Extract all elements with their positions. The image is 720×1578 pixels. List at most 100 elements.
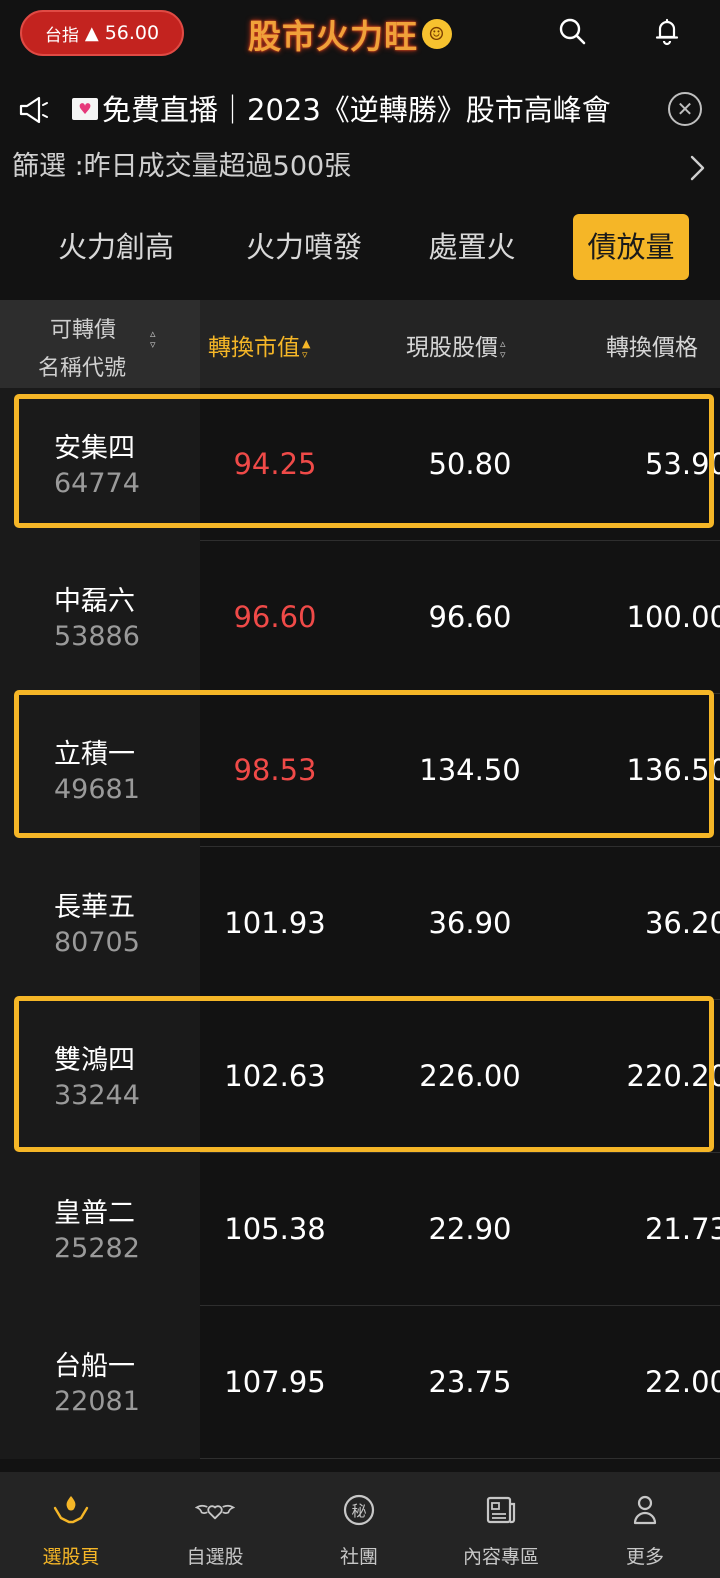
stock-price: 50.80 [428, 447, 512, 481]
category-tabs: 火力創高 火力噴發 處置火 債放量 [0, 214, 720, 284]
conversion-price: 21.73 [644, 1212, 720, 1246]
megaphone-icon [19, 96, 48, 124]
sort-icon: ▵ ▿ [150, 327, 156, 351]
bell-icon[interactable] [650, 14, 684, 48]
smiley-face-icon: ☺ [422, 19, 452, 49]
row-name-cell: 長華五 80705 [0, 847, 200, 1000]
conversion-value: 107.95 [224, 1365, 326, 1399]
header-col2-label: 現股股價 [406, 335, 498, 361]
app-header: 台指 ▲ 56.00 股市火力旺 ☺ [0, 0, 720, 64]
nav-label: 選股頁 [42, 1546, 100, 1568]
nav-label: 內容專區 [462, 1546, 539, 1568]
bond-code: 53886 [54, 621, 140, 652]
conversion-value: 102.63 [224, 1059, 326, 1093]
person-icon [625, 1492, 665, 1528]
bottom-navigation: 選股頁 自選股 秘 社團 內容專區 更多 [0, 1472, 720, 1578]
tab-disposal-fire[interactable]: 處置火 [420, 214, 524, 280]
conversion-price: 22.00 [644, 1365, 720, 1399]
header-name-line1: 可轉債 [50, 318, 117, 343]
nav-stock-picker[interactable]: 選股頁 [16, 1472, 126, 1578]
bond-code: 80705 [54, 927, 140, 958]
row-name-cell: 安集四 64774 [0, 388, 200, 541]
logo-text: 股市火力旺 [248, 17, 418, 56]
conversion-value: 96.60 [233, 600, 317, 634]
table-row[interactable]: 安集四 64774 94.25 50.80 53.90 [0, 388, 720, 541]
sort-icon: ▵ ▿ [500, 336, 506, 361]
header-col3-label: 轉換價格 [606, 335, 698, 361]
tab-fire-high[interactable]: 火力創高 [50, 214, 182, 280]
search-icon[interactable] [555, 14, 589, 48]
table-row[interactable]: 中磊六 53886 96.60 96.60 100.00 [0, 541, 720, 694]
bond-name: 皇普二 [54, 1198, 135, 1229]
header-name-line2: 名稱代號 [38, 356, 127, 381]
nav-label: 自選股 [186, 1546, 244, 1568]
index-up-arrow: ▲ [84, 22, 99, 44]
conversion-value: 94.25 [233, 447, 317, 481]
nav-label: 更多 [625, 1546, 664, 1568]
header-conversion-price[interactable]: 轉換價格 [606, 328, 698, 362]
bond-code: 25282 [54, 1233, 140, 1264]
stock-price: 96.60 [428, 600, 512, 634]
conversion-value: 98.53 [233, 753, 317, 787]
bond-code: 22081 [54, 1386, 140, 1417]
stock-price: 36.90 [428, 906, 512, 940]
filter-row[interactable]: 篩選 :昨日成交量超過500張 [0, 145, 720, 189]
index-value: 56.00 [104, 22, 160, 44]
close-icon[interactable]: ✕ [668, 92, 702, 126]
row-name-cell: 中磊六 53886 [0, 541, 200, 694]
conversion-price: 100.00 [626, 600, 720, 634]
conversion-price: 36.20 [644, 906, 720, 940]
table-row[interactable]: 皇普二 25282 105.38 22.90 21.73 [0, 1153, 720, 1306]
winged-heart-icon [195, 1492, 235, 1528]
row-name-cell: 台船一 22081 [0, 1306, 200, 1459]
conversion-price: 136.50 [626, 753, 720, 787]
table-row[interactable]: 雙鴻四 33244 102.63 226.00 220.20 [0, 1000, 720, 1153]
tab-bond-volume[interactable]: 債放量 [573, 214, 689, 280]
stock-price: 22.90 [428, 1212, 512, 1246]
row-name-cell: 皇普二 25282 [0, 1153, 200, 1306]
header-stock-price[interactable]: 現股股價 ▵ ▿ [406, 328, 506, 362]
bond-code: 33244 [54, 1080, 140, 1111]
conversion-value: 105.38 [224, 1212, 326, 1246]
chevron-right-icon [690, 155, 705, 181]
row-name-cell: 雙鴻四 33244 [0, 1000, 200, 1153]
bond-code: 49681 [54, 774, 140, 805]
row-name-cell: 立積一 49681 [0, 694, 200, 847]
bond-name: 雙鴻四 [54, 1045, 135, 1076]
nav-more[interactable]: 更多 [590, 1472, 700, 1578]
index-badge[interactable]: 台指 ▲ 56.00 [20, 10, 184, 56]
bond-name: 台船一 [54, 1351, 135, 1382]
table-row[interactable]: 長華五 80705 101.93 36.90 36.20 [0, 847, 720, 1000]
tab-fire-burst[interactable]: 火力噴發 [238, 214, 370, 280]
nav-community[interactable]: 秘 社團 [304, 1472, 414, 1578]
table-header: 可轉債 名稱代號 ▵ ▿ 轉換市值 ▲ ▿ 現股股價 ▵ ▿ 轉換價格 [0, 300, 720, 388]
nav-label: 社團 [339, 1546, 378, 1568]
nav-content-zone[interactable]: 內容專區 [446, 1472, 556, 1578]
stock-price: 226.00 [419, 1059, 521, 1093]
newspaper-icon [481, 1492, 521, 1528]
secret-badge-icon: 秘 [339, 1492, 379, 1528]
bond-name: 長華五 [54, 892, 135, 923]
index-label: 台指 [44, 25, 79, 46]
header-col1-label: 轉換市值 [208, 335, 300, 361]
secret-glyph: 秘 [351, 1502, 366, 1520]
heart-emoji-icon: ♥ [72, 98, 98, 120]
stock-price: 23.75 [428, 1365, 512, 1399]
app-logo: 股市火力旺 ☺ [248, 14, 452, 56]
announcement-bar[interactable]: ♥ 免費直播｜2023《逆轉勝》股市高峰會 [0, 82, 720, 138]
filter-text: 篩選 :昨日成交量超過500張 [12, 151, 352, 182]
bond-code: 64774 [54, 468, 140, 499]
stock-price: 134.50 [419, 753, 521, 787]
conversion-price: 53.90 [644, 447, 720, 481]
table-row[interactable]: 台船一 22081 107.95 23.75 22.00 [0, 1306, 720, 1459]
bond-name: 立積一 [54, 739, 135, 770]
conversion-value: 101.93 [224, 906, 326, 940]
conversion-price: 220.20 [626, 1059, 720, 1093]
header-name-code[interactable]: 可轉債 名稱代號 ▵ ▿ [0, 300, 200, 388]
bond-name: 安集四 [54, 433, 135, 464]
header-conversion-value[interactable]: 轉換市值 ▲ ▿ [208, 328, 310, 362]
nav-watchlist[interactable]: 自選股 [160, 1472, 270, 1578]
bond-name: 中磊六 [54, 586, 135, 617]
table-row[interactable]: 立積一 49681 98.53 134.50 136.50 [0, 694, 720, 847]
announcement-text: 免費直播｜2023《逆轉勝》股市高峰會 [102, 93, 611, 127]
